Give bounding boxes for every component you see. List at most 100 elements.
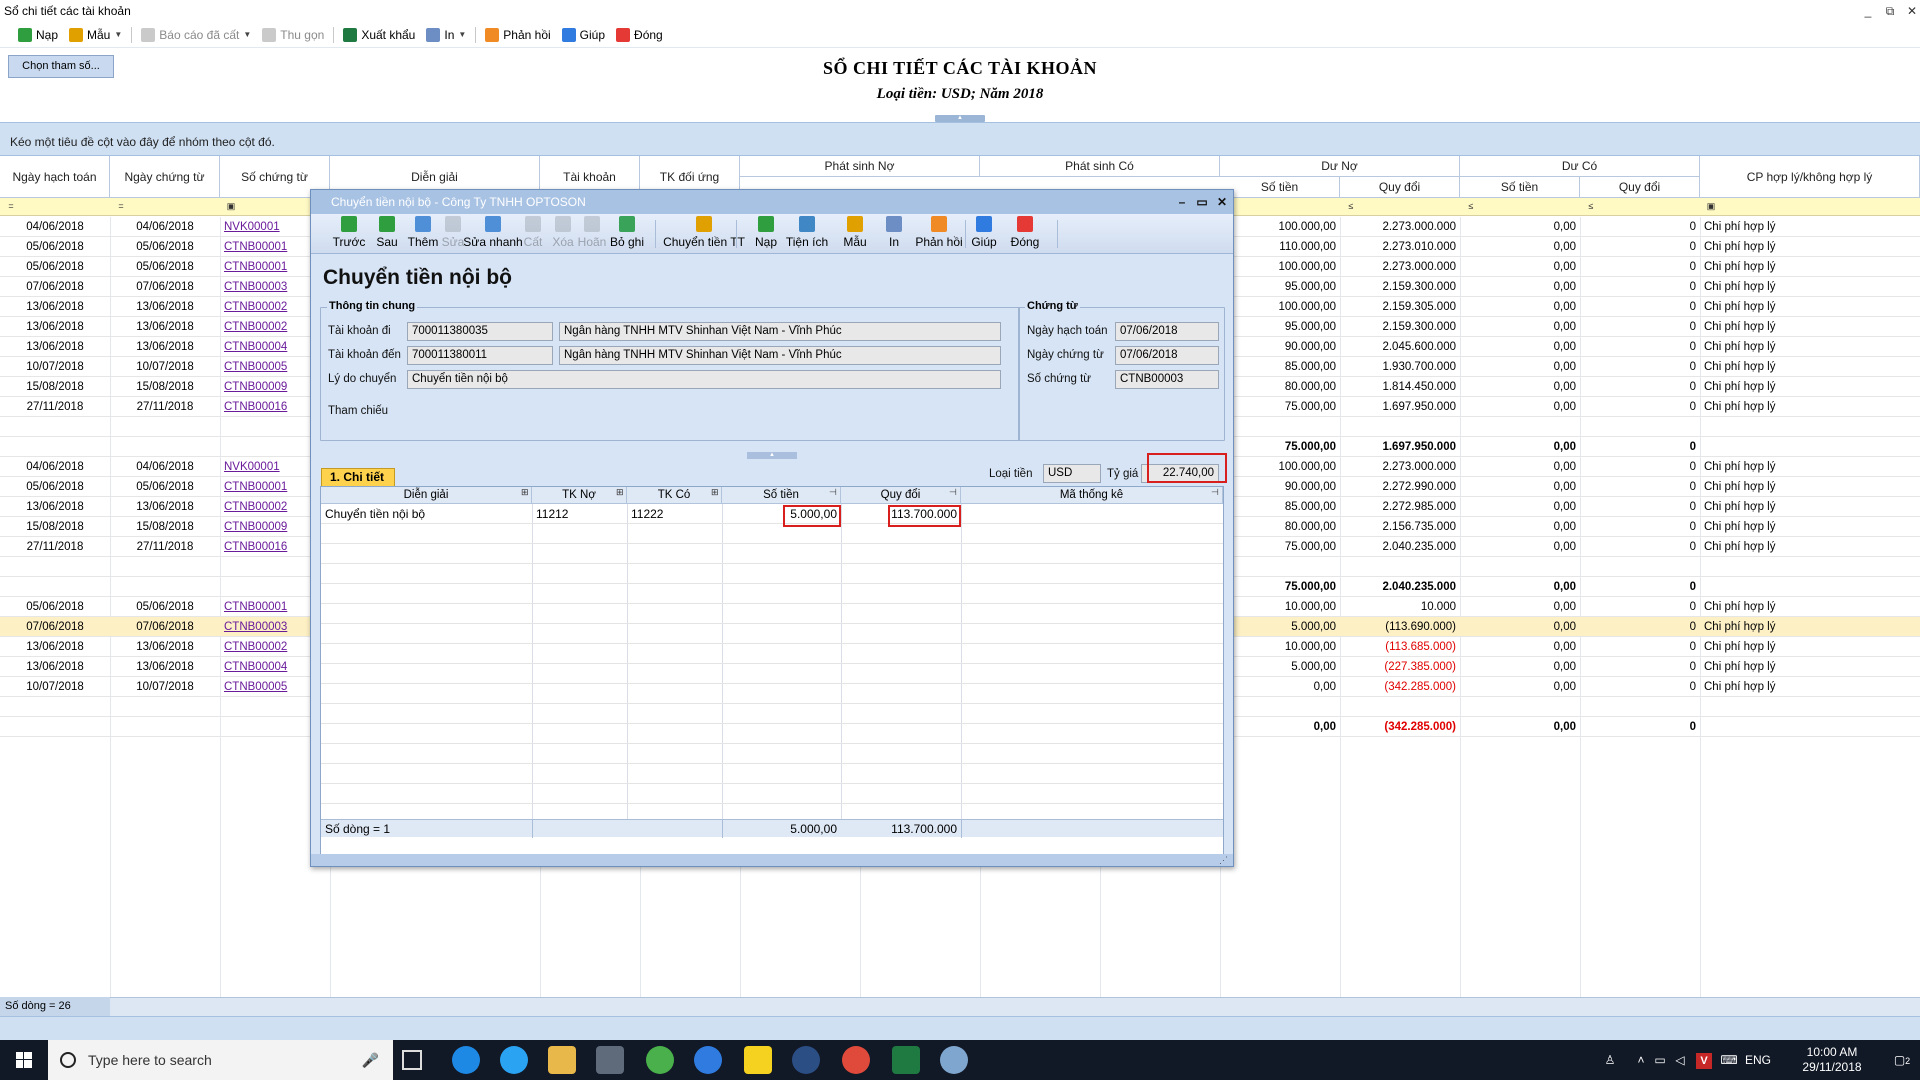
language-indicator[interactable]: ENG	[1740, 1040, 1776, 1080]
vietkey-icon[interactable]: V	[1694, 1040, 1714, 1080]
detail-col-ma-thong-ke[interactable]: Mã thống kê	[961, 487, 1223, 504]
toolbar-collapse-button[interactable]: Thu gọn	[258, 24, 328, 46]
dialog-close-icon[interactable]: ✕	[1211, 190, 1233, 214]
keyboard-icon[interactable]: ⌨	[1718, 1040, 1740, 1080]
detail-col-tk-co[interactable]: TK Có	[627, 487, 722, 504]
detail-empty-row[interactable]	[321, 524, 1223, 544]
currency-field[interactable]: USD	[1043, 464, 1101, 483]
detail-empty-row[interactable]	[321, 564, 1223, 584]
dialog-unpost-button[interactable]: Bỏ ghi	[609, 216, 645, 252]
filter-equals-icon[interactable]: =	[6, 201, 16, 211]
detail-cell-tk-co[interactable]: 11222	[627, 504, 722, 524]
detail-empty-row[interactable]	[321, 724, 1223, 744]
dialog-refresh-button[interactable]: Nạp	[751, 216, 781, 252]
detail-col-dien-giai[interactable]: Diễn giải	[321, 487, 532, 504]
tk-den-bank-field[interactable]: Ngân hàng TNHH MTV Shinhan Việt Nam - Vĩ…	[559, 346, 1001, 365]
col-phat-sinh-no[interactable]: Phát sinh Nợ	[740, 156, 980, 177]
file-explorer-icon[interactable]	[548, 1046, 576, 1074]
chevron-down-icon[interactable]: ▼	[458, 30, 466, 39]
accounting-app-icon[interactable]	[792, 1046, 820, 1074]
col-du-no-quy-doi[interactable]: Quy đổi	[1340, 177, 1460, 198]
col-cp-hop-ly[interactable]: CP hợp lý/không hợp lý	[1700, 156, 1920, 198]
detail-empty-row[interactable]	[321, 544, 1223, 564]
people-icon[interactable]: ♙	[1598, 1040, 1622, 1080]
notification-center[interactable]: ▢2	[1888, 1040, 1916, 1080]
detail-empty-row[interactable]	[321, 624, 1223, 644]
toolbar-excel-button[interactable]: Xuất khẩu	[339, 24, 419, 46]
chevron-down-icon[interactable]: ▼	[114, 30, 122, 39]
zalo-icon[interactable]	[694, 1046, 722, 1074]
dialog-prev-arrow-button[interactable]: Trước	[331, 216, 367, 252]
pin-icon[interactable]: ⊞	[711, 487, 719, 498]
col-du-no[interactable]: Dư Nợ	[1220, 156, 1460, 177]
col-du-co-so-tien[interactable]: Số tiền	[1460, 177, 1580, 198]
split-toggle-button[interactable]: ▲	[747, 452, 797, 459]
toolbar-feedback-button[interactable]: Phản hồi	[481, 24, 554, 46]
excel-taskbar-icon[interactable]	[892, 1046, 920, 1074]
col-ngay-chung-tu[interactable]: Ngày chứng từ	[110, 156, 220, 198]
dialog-help-button[interactable]: Giúp	[971, 216, 997, 252]
tray-expand-icon[interactable]: ˄	[1632, 1040, 1650, 1080]
filter-lte-icon[interactable]: ≤	[1346, 201, 1356, 211]
detail-empty-row[interactable]	[321, 604, 1223, 624]
microphone-icon[interactable]: 🎤	[362, 1052, 379, 1069]
detail-col-tk-no[interactable]: TK Nợ	[532, 487, 627, 504]
dialog-feedback-button[interactable]: Phản hồi	[915, 216, 963, 252]
detail-empty-row[interactable]	[321, 704, 1223, 724]
detail-empty-row[interactable]	[321, 644, 1223, 664]
chrome-icon[interactable]	[842, 1046, 870, 1074]
detail-empty-row[interactable]	[321, 664, 1223, 684]
detail-empty-row[interactable]	[321, 784, 1223, 804]
start-button[interactable]	[0, 1040, 48, 1080]
minimize-icon[interactable]: _	[1856, 0, 1880, 22]
toolbar-template-button[interactable]: Mẫu ▼	[65, 24, 126, 46]
volume-icon[interactable]: ◁	[1670, 1040, 1690, 1080]
dialog-title[interactable]: Chuyển tiền nội bộ - Công Ty TNHH OPTOSO…	[311, 190, 1233, 214]
kakaotalk-icon[interactable]	[744, 1046, 772, 1074]
filter-lte-icon[interactable]: ≤	[1466, 201, 1476, 211]
paint-icon[interactable]	[940, 1046, 968, 1074]
detail-row[interactable]: Chuyển tiền nội bộ 11212 11222 5.000,00 113.…	[321, 504, 1223, 524]
tk-di-bank-field[interactable]: Ngân hàng TNHH MTV Shinhan Việt Nam - Vĩ…	[559, 322, 1001, 341]
chevron-down-icon[interactable]: ▼	[243, 30, 251, 39]
dialog-close-button[interactable]: Đóng	[1007, 216, 1043, 252]
pin-icon[interactable]: ⊣	[949, 487, 957, 498]
network-icon[interactable]: ▭	[1650, 1040, 1670, 1080]
resize-grip-icon[interactable]: ⋰	[1219, 854, 1231, 866]
dialog-print-button[interactable]: In	[881, 216, 907, 252]
restore-icon[interactable]: ⧉	[1878, 0, 1902, 22]
dialog-quick-edit-button[interactable]: Sửa nhanh	[463, 216, 523, 252]
detail-empty-row[interactable]	[321, 764, 1223, 784]
toolbar-print-button[interactable]: In ▼	[422, 24, 470, 46]
dialog-minimize-icon[interactable]: –	[1171, 190, 1193, 214]
detail-empty-row[interactable]	[321, 584, 1223, 604]
filter-box-icon[interactable]: ▣	[226, 201, 236, 211]
dialog-undo-button[interactable]: Hoãn	[577, 216, 607, 252]
toolbar-help-button[interactable]: Giúp	[558, 24, 609, 46]
misa-app-icon[interactable]	[646, 1046, 674, 1074]
detail-col-so-tien[interactable]: Số tiền	[722, 487, 841, 504]
col-phat-sinh-co[interactable]: Phát sinh Có	[980, 156, 1220, 177]
col-ngay-hach-toan[interactable]: Ngày hạch toán	[0, 156, 110, 198]
clock[interactable]: 10:00 AM 29/11/2018	[1788, 1040, 1876, 1080]
col-du-co-quy-doi[interactable]: Quy đổi	[1580, 177, 1700, 198]
dialog-transfer-button[interactable]: Chuyển tiền TT	[663, 216, 745, 252]
calculator-icon[interactable]	[596, 1046, 624, 1074]
toolbar-close-button[interactable]: Đóng	[612, 24, 667, 46]
ie-browser-icon[interactable]	[452, 1046, 480, 1074]
filter-box-icon[interactable]: ▣	[1706, 201, 1716, 211]
col-du-no-so-tien[interactable]: Số tiền	[1220, 177, 1340, 198]
dialog-template-button[interactable]: Mẫu	[839, 216, 871, 252]
detail-cell-tk-no[interactable]: 11212	[532, 504, 627, 524]
pin-icon[interactable]: ⊞	[616, 487, 624, 498]
ngay-hach-toan-field[interactable]: 07/06/2018	[1115, 322, 1219, 341]
task-view-icon[interactable]	[402, 1050, 422, 1070]
so-chung-tu-field[interactable]: CTNB00003	[1115, 370, 1219, 389]
filter-lte-icon[interactable]: ≤	[1586, 201, 1596, 211]
taskbar-search[interactable]: Type here to search 🎤	[48, 1040, 393, 1080]
tab-chi-tiet[interactable]: 1. Chi tiết	[321, 468, 395, 486]
dialog-maximize-icon[interactable]: ▭	[1191, 190, 1213, 214]
pin-icon[interactable]: ⊞	[521, 487, 529, 498]
pin-icon[interactable]: ⊣	[829, 487, 837, 498]
close-window-icon[interactable]: ✕	[1900, 0, 1920, 22]
